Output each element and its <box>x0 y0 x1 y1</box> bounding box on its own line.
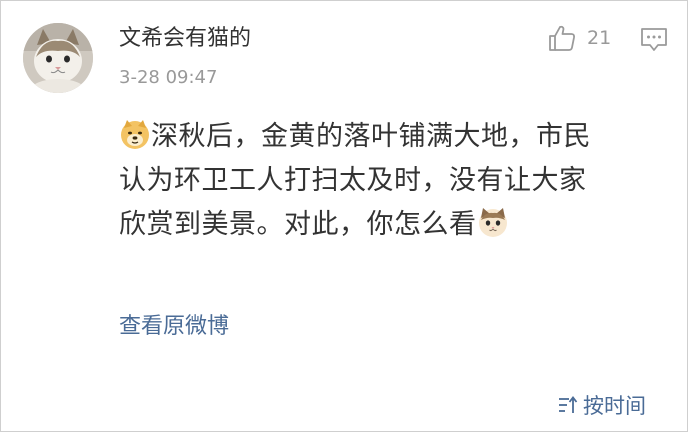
timestamp: 3-28 09:47 <box>119 67 218 88</box>
reply-button[interactable] <box>639 25 669 55</box>
view-original-link[interactable]: 查看原微博 <box>119 311 229 343</box>
user-avatar[interactable] <box>23 23 93 93</box>
sort-by-time-button[interactable]: 按时间 <box>557 389 646 421</box>
cat-emoji <box>478 208 507 237</box>
comment-text: 深秋后，金黄的落叶铺满大地，市民 认为环卫工人打扫太及时，没有让大家 欣赏到美景… <box>119 115 659 247</box>
comment-line-3-text: 欣赏到美景。对此，你怎么看 <box>119 209 477 240</box>
comment-bubble-icon <box>641 28 667 51</box>
like-count: 21 <box>587 27 612 49</box>
username[interactable]: 文希会有猫的 <box>119 23 251 55</box>
sort-icon <box>559 396 578 413</box>
cat-avatar-image <box>23 23 93 93</box>
comment-line-2: 认为环卫工人打扫太及时，没有让大家 <box>119 165 587 196</box>
comment-line-1: 深秋后，金黄的落叶铺满大地，市民 <box>119 115 659 159</box>
thumbs-up-icon <box>549 25 575 51</box>
comment-line-3: 欣赏到美景。对此，你怎么看 <box>119 203 659 247</box>
doge-emoji <box>121 120 149 149</box>
comment-line-1-text: 深秋后，金黄的落叶铺满大地，市民 <box>151 121 591 152</box>
like-button[interactable]: 21 <box>547 21 611 55</box>
sort-label: 按时间 <box>583 394 646 418</box>
comment-card: 文希会有猫的 3-28 09:47 21 深秋后，金黄的落叶铺满大地，市民 认为… <box>0 0 688 432</box>
